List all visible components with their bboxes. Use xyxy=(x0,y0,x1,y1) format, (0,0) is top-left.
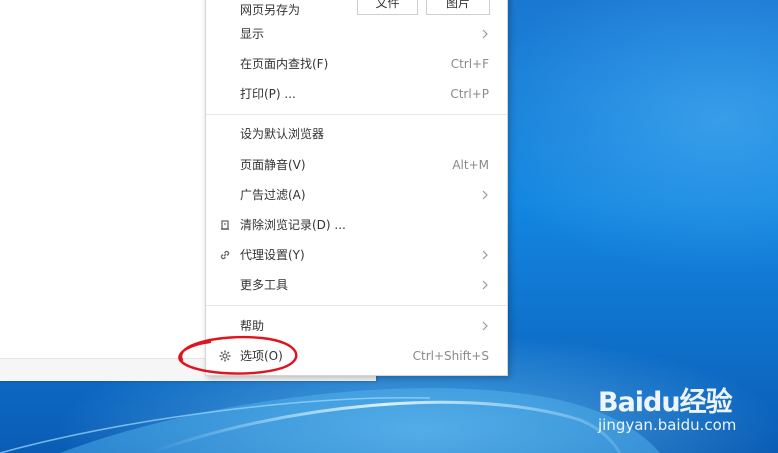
chevron-right-icon xyxy=(482,321,488,331)
baidu-jingyan-watermark: Baidu经验 jingyan.baidu.com xyxy=(598,372,768,438)
menu-item-shortcut: Ctrl+P xyxy=(450,87,489,101)
save-as-image-button[interactable]: 图片 xyxy=(426,0,490,15)
menu-item-find-in-page[interactable]: 在页面内查找(F) Ctrl+F xyxy=(206,49,507,79)
menu-item-mute-page[interactable]: 页面静音(V) Alt+M xyxy=(206,150,507,180)
chevron-right-icon xyxy=(482,250,488,260)
menu-item-shortcut: Ctrl+F xyxy=(450,57,489,71)
clear-history-icon xyxy=(221,220,229,230)
menu-item-label: 更多工具 xyxy=(240,278,289,292)
menu-item-display[interactable]: 显示 xyxy=(206,19,507,49)
menu-item-clear-history[interactable]: 清除浏览记录(D) ... xyxy=(206,210,507,240)
menu-item-ad-filter[interactable]: 广告过滤(A) xyxy=(206,180,507,210)
menu-item-label: 代理设置(Y) xyxy=(240,248,305,262)
menu-item-label: 清除浏览记录(D) ... xyxy=(240,218,346,232)
menu-item-label: 打印(P) ... xyxy=(240,87,296,101)
menu-item-shortcut: Alt+M xyxy=(452,158,489,172)
browser-main-menu: 网页另存为 文件 图片 显示 在页面内查找(F) Ctrl+F 打印(P) ..… xyxy=(205,0,508,376)
menu-item-proxy-settings[interactable]: 代理设置(Y) xyxy=(206,240,507,270)
save-as-file-button[interactable]: 文件 xyxy=(357,0,418,15)
menu-separator xyxy=(206,114,507,115)
watermark-logo: Baidu经验 xyxy=(598,387,733,418)
chevron-right-icon xyxy=(482,29,488,39)
menu-item-label: 显示 xyxy=(240,27,265,41)
menu-item-print[interactable]: 打印(P) ... Ctrl+P xyxy=(206,79,507,109)
link-icon xyxy=(220,250,230,260)
menu-item-more-tools[interactable]: 更多工具 xyxy=(206,270,507,300)
chevron-right-icon xyxy=(482,190,488,200)
menu-item-label: 广告过滤(A) xyxy=(240,188,306,202)
chevron-right-icon xyxy=(482,280,488,290)
menu-item-label: 页面静音(V) xyxy=(240,158,306,172)
menu-item-shortcut: Ctrl+Shift+S xyxy=(412,349,489,363)
menu-item-set-default-browser[interactable]: 设为默认浏览器 xyxy=(206,119,507,149)
red-annotation-ellipse xyxy=(178,335,298,375)
menu-item-label: 设为默认浏览器 xyxy=(240,127,325,141)
watermark-url: jingyan.baidu.com xyxy=(598,416,737,434)
menu-separator xyxy=(206,305,507,306)
menu-item-label: 在页面内查找(F) xyxy=(240,57,329,71)
